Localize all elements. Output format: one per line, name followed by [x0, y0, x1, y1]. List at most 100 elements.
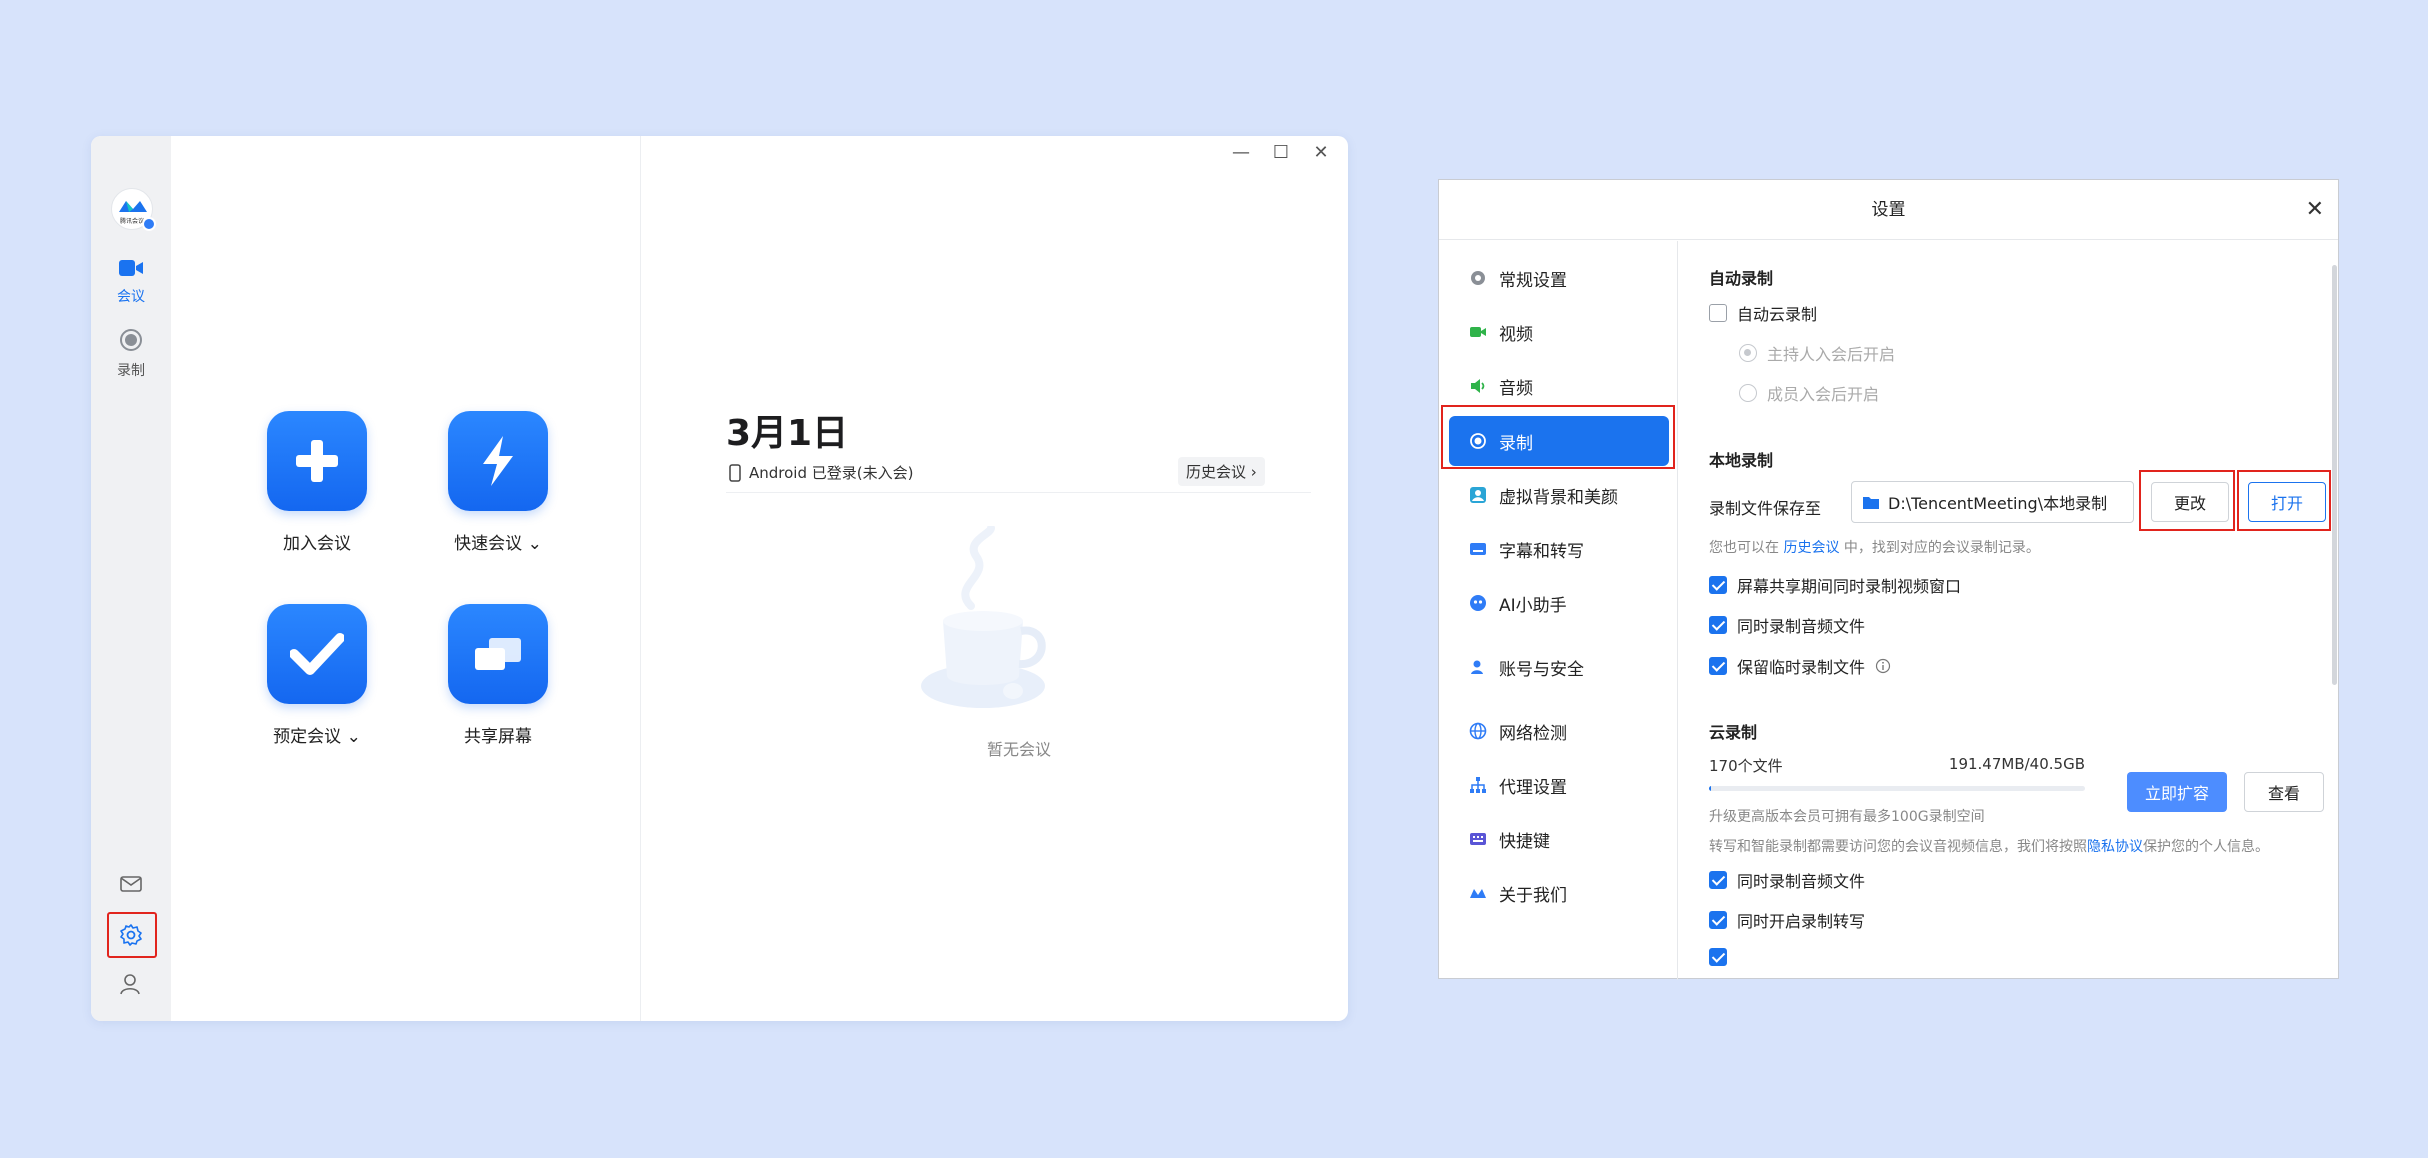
quick-meeting-button[interactable] [448, 411, 548, 511]
main-app-window: 腾讯会议 会议 录制 — ☐ ✕ 加入会议 快速会议 ⌄ 预定会议 ⌄ 共享屏幕… [91, 136, 1348, 1021]
auto-cloud-record-option[interactable]: 自动云录制 [1709, 301, 1817, 325]
mail-button[interactable] [91, 874, 171, 898]
radio-button[interactable] [1739, 384, 1757, 402]
host-join-radio-option[interactable]: 主持人入会后开启 [1739, 341, 1895, 365]
lightning-icon [483, 436, 513, 486]
device-status-text: Android 已登录(未入会) [749, 464, 914, 482]
nav-item-network-check[interactable]: 网络检测 [1449, 706, 1669, 756]
record-nav-highlight-box [1441, 405, 1675, 469]
user-icon [120, 974, 140, 995]
nav-item-shortcuts[interactable]: 快捷键 [1449, 814, 1669, 864]
camera-icon [1470, 327, 1486, 337]
record-screen-window-option[interactable]: 屏幕共享期间同时录制视频窗口 [1709, 573, 1961, 597]
minimize-button[interactable]: — [1228, 142, 1254, 163]
view-cloud-button[interactable]: 查看 [2244, 772, 2324, 812]
quick-meeting-tile[interactable]: 快速会议 ⌄ [428, 411, 568, 554]
share-screen-tile[interactable]: 共享屏幕 [428, 604, 568, 747]
folder-icon [1863, 497, 1879, 509]
nav-item-video[interactable]: 视频 [1449, 307, 1669, 357]
checkbox[interactable] [1709, 616, 1727, 634]
cloud-storage-bar [1709, 786, 2085, 791]
member-join-radio-option[interactable]: 成员入会后开启 [1739, 381, 1879, 405]
cloud-record-title: 云录制 [1709, 723, 1758, 742]
option-label: 保留临时录制文件 [1737, 658, 1866, 677]
app-logo: 腾讯会议 [111, 188, 156, 231]
nav-item-audio[interactable]: 音频 [1449, 361, 1669, 411]
nav-item-proxy[interactable]: 代理设置 [1449, 760, 1669, 810]
option-label: 同时录制音频文件 [1737, 617, 1866, 636]
radio-button[interactable] [1739, 344, 1757, 362]
video-camera-icon [119, 260, 143, 276]
plus-icon [296, 440, 338, 482]
cloud-record-more-option[interactable] [1709, 948, 1727, 966]
nav-item-about[interactable]: 关于我们 [1449, 868, 1669, 918]
rail-item-record[interactable]: 录制 [91, 328, 171, 380]
proxy-icon [1470, 777, 1486, 793]
save-path-value: D:\TencentMeeting\本地录制 [1888, 494, 2108, 513]
info-icon[interactable] [1875, 658, 1891, 674]
rail-item-meeting[interactable]: 会议 [91, 258, 171, 306]
settings-title: 设置 [1871, 200, 1906, 220]
option-label: 同时录制音频文件 [1737, 872, 1866, 891]
settings-scrollbar[interactable] [2332, 265, 2337, 685]
date-divider [726, 492, 1311, 493]
gear-icon [1471, 271, 1485, 285]
cloud-record-transcribe-option[interactable]: 同时开启录制转写 [1709, 908, 1865, 932]
account-security-icon [1471, 660, 1483, 674]
settings-window: 设置 ✕ 常规设置 视频 音频 录制 虚拟背景和美颜 字幕和转写 AI小助手 账… [1438, 179, 2339, 980]
empty-coffee-illustration [921, 524, 1061, 720]
save-path-field[interactable]: D:\TencentMeeting\本地录制 [1851, 481, 2134, 523]
checkbox[interactable] [1709, 911, 1727, 929]
nav-item-virtual-background[interactable]: 虚拟背景和美颜 [1449, 470, 1669, 520]
nav-item-label: 字幕和转写 [1499, 541, 1584, 562]
record-audio-file-option[interactable]: 同时录制音频文件 [1709, 613, 1865, 637]
change-button-highlight-box [2139, 470, 2235, 531]
share-screen-icon [475, 638, 521, 670]
maximize-button[interactable]: ☐ [1268, 142, 1294, 163]
vip-badge [142, 217, 156, 231]
option-label: 屏幕共享期间同时录制视频窗口 [1737, 577, 1962, 596]
hint-prefix: 您也可以在 [1709, 540, 1779, 556]
profile-button[interactable] [91, 972, 171, 1000]
checkbox[interactable] [1709, 871, 1727, 889]
nav-item-general[interactable]: 常规设置 [1449, 253, 1669, 303]
join-meeting-label: 加入会议 [283, 534, 351, 554]
settings-close-button[interactable]: ✕ [2306, 180, 2324, 240]
mail-icon [120, 876, 142, 892]
schedule-meeting-tile[interactable]: 预定会议 ⌄ [247, 604, 387, 747]
ai-assistant-icon [1470, 595, 1486, 611]
nav-item-label: 网络检测 [1499, 723, 1567, 744]
tencent-meeting-logo-icon [119, 201, 147, 212]
share-screen-button[interactable] [448, 604, 548, 704]
nav-item-label: 音频 [1499, 378, 1533, 399]
speaker-icon [1471, 379, 1485, 393]
checkbox[interactable] [1709, 304, 1727, 322]
checkbox[interactable] [1709, 657, 1727, 675]
nav-item-label: 快捷键 [1499, 831, 1550, 852]
nav-item-subtitles[interactable]: 字幕和转写 [1449, 524, 1669, 574]
schedule-meeting-button[interactable] [267, 604, 367, 704]
join-meeting-button[interactable] [267, 411, 367, 511]
history-hint: 您也可以在 历史会议 中，找到对应的会议录制记录。 [1709, 537, 2040, 557]
checkbox[interactable] [1709, 576, 1727, 594]
expand-storage-button[interactable]: 立即扩容 [2127, 772, 2227, 812]
nav-item-ai-assistant[interactable]: AI小助手 [1449, 578, 1669, 628]
auto-record-title: 自动录制 [1709, 269, 1774, 288]
cloud-record-audio-option[interactable]: 同时录制音频文件 [1709, 868, 1865, 892]
history-meetings-link[interactable]: 历史会议 › [1178, 457, 1265, 486]
checkbox[interactable] [1709, 948, 1727, 966]
keep-temp-files-option[interactable]: 保留临时录制文件 [1709, 654, 1891, 678]
close-button[interactable]: ✕ [1308, 142, 1334, 163]
join-meeting-tile[interactable]: 加入会议 [247, 411, 387, 554]
window-controls: — ☐ ✕ [1228, 142, 1334, 163]
cloud-storage-fill [1709, 786, 1711, 791]
nav-item-label: 虚拟背景和美颜 [1499, 487, 1618, 508]
privacy-policy-link[interactable]: 隐私协议 [2087, 839, 2143, 855]
cloud-storage-row: 170个文件 191.47MB/40.5GB [1709, 755, 2085, 776]
option-label: 自动云录制 [1737, 305, 1818, 324]
history-meetings-link[interactable]: 历史会议 [1783, 540, 1839, 556]
nav-item-account-security[interactable]: 账号与安全 [1449, 642, 1669, 692]
coffee-cup-icon [921, 524, 1046, 708]
rail-item-meeting-label: 会议 [117, 289, 145, 305]
globe-icon [1469, 722, 1487, 740]
